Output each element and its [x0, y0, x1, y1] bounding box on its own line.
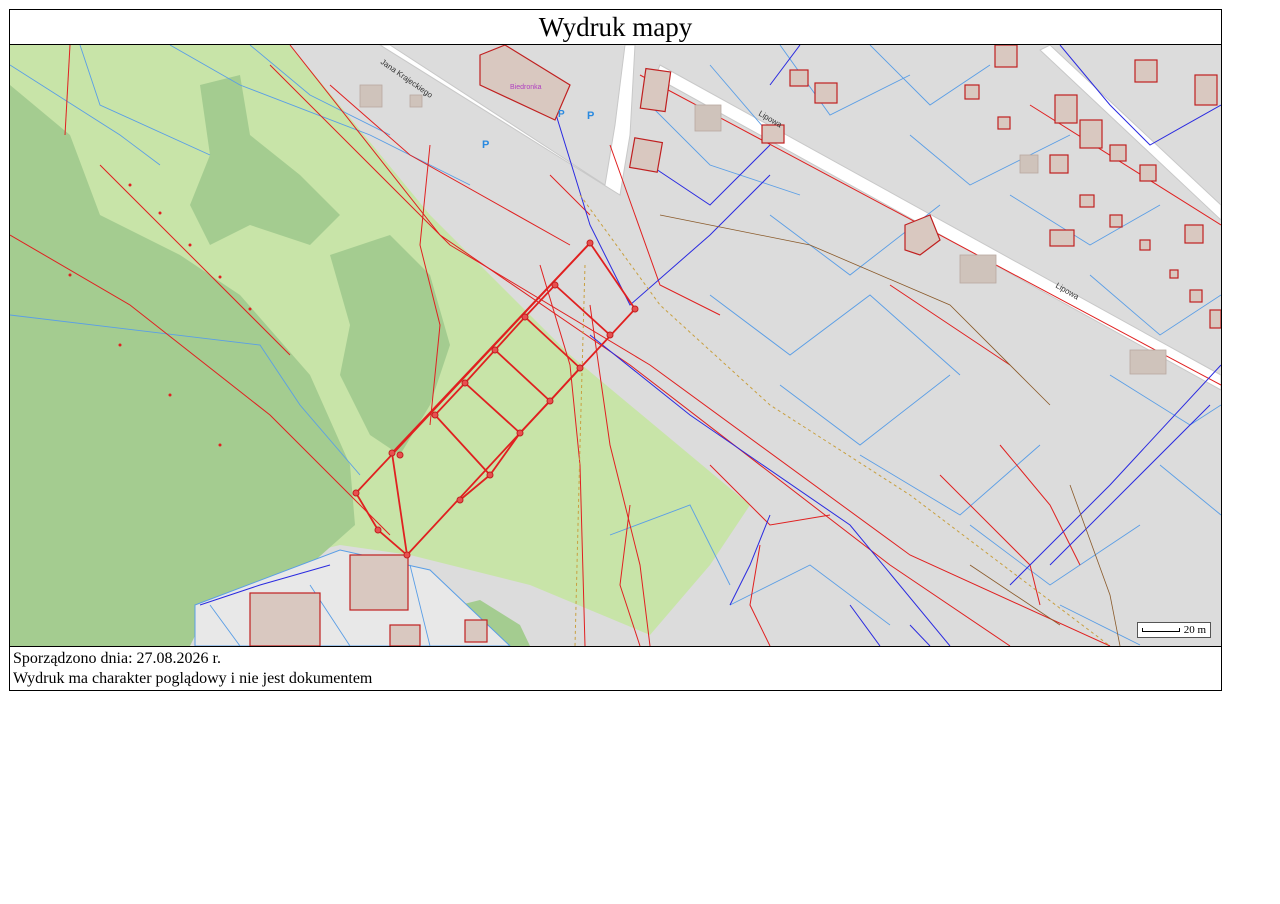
- map-view[interactable]: Jana Krajeckiego Lipowa Lipowa Biedronka…: [10, 45, 1221, 647]
- parking-icon: P: [482, 139, 489, 151]
- parking-icon-2: P: [587, 110, 594, 122]
- map-print-frame: Wydruk mapy Jana Krajeckiego Lipowa Lipo…: [9, 9, 1222, 691]
- map-canvas: Jana Krajeckiego Lipowa Lipowa Biedronka…: [10, 45, 1221, 646]
- parking-icon-3: P: [558, 109, 565, 120]
- disclaimer: Wydruk ma charakter poglądowy i nie jest…: [13, 670, 373, 687]
- scale-label: 20 m: [1183, 624, 1206, 636]
- creation-date: Sporządzono dnia: 27.08.2026 r.: [13, 650, 221, 667]
- scale-line: [1141, 628, 1180, 632]
- print-footer: Sporządzono dnia: 27.08.2026 r. Wydruk m…: [10, 647, 1221, 691]
- shop-label: Biedronka: [510, 84, 542, 91]
- scale-bar: 20 m: [1136, 622, 1211, 638]
- page-title: Wydruk mapy: [10, 10, 1221, 45]
